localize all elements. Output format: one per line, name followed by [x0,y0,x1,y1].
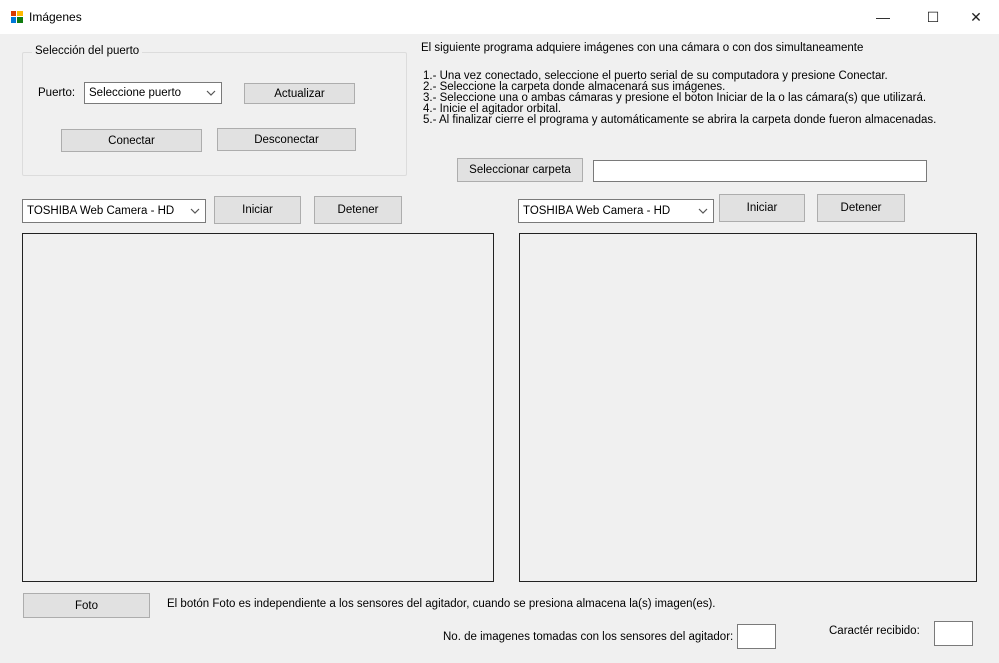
chevron-down-icon [206,90,216,96]
camera-left-select-value: TOSHIBA Web Camera - HD [27,205,175,217]
camera-right-start-button[interactable]: Iniciar [719,194,805,222]
camera-left-stop-button[interactable]: Detener [314,196,402,224]
select-folder-button[interactable]: Seleccionar carpeta [457,158,583,182]
camera-right-stop-button[interactable]: Detener [817,194,905,222]
chevron-down-icon [190,208,200,214]
disconnect-button[interactable]: Desconectar [217,128,356,151]
camera-right-preview [519,233,977,582]
minimize-button[interactable]: — [860,0,906,34]
close-button[interactable]: ✕ [953,0,999,34]
port-select[interactable]: Seleccione puerto [84,82,222,104]
port-select-value: Seleccione puerto [89,87,182,99]
instruction-step: 5.- Al finalizar cierre el programa y au… [423,114,937,126]
camera-right-select[interactable]: TOSHIBA Web Camera - HD [518,199,714,223]
camera-right-select-value: TOSHIBA Web Camera - HD [523,205,671,217]
port-selection-legend: Selección del puerto [32,45,143,57]
refresh-button[interactable]: Actualizar [244,83,355,104]
port-label: Puerto: [38,87,76,99]
connect-button[interactable]: Conectar [61,129,202,152]
photo-button[interactable]: Foto [23,593,150,618]
sensor-count-input[interactable] [737,624,776,649]
photo-note: El botón Foto es independiente a los sen… [167,598,716,610]
instructions-heading: El siguiente programa adquiere imágenes … [421,42,864,54]
title-bar: Imágenes — ☐ ✕ [0,0,999,34]
port-selection-group [22,52,407,176]
camera-left-preview [22,233,494,582]
window-title: Imágenes [29,10,82,24]
received-char-input[interactable] [934,621,973,646]
sensor-count-label: No. de imagenes tomadas con los sensores… [443,631,734,643]
app-window-icon [11,11,23,23]
folder-path-input[interactable] [593,160,927,182]
chevron-down-icon [698,208,708,214]
camera-left-start-button[interactable]: Iniciar [214,196,301,224]
maximize-button[interactable]: ☐ [910,0,956,34]
received-char-label: Caractér recibido: [829,625,920,637]
camera-left-select[interactable]: TOSHIBA Web Camera - HD [22,199,206,223]
